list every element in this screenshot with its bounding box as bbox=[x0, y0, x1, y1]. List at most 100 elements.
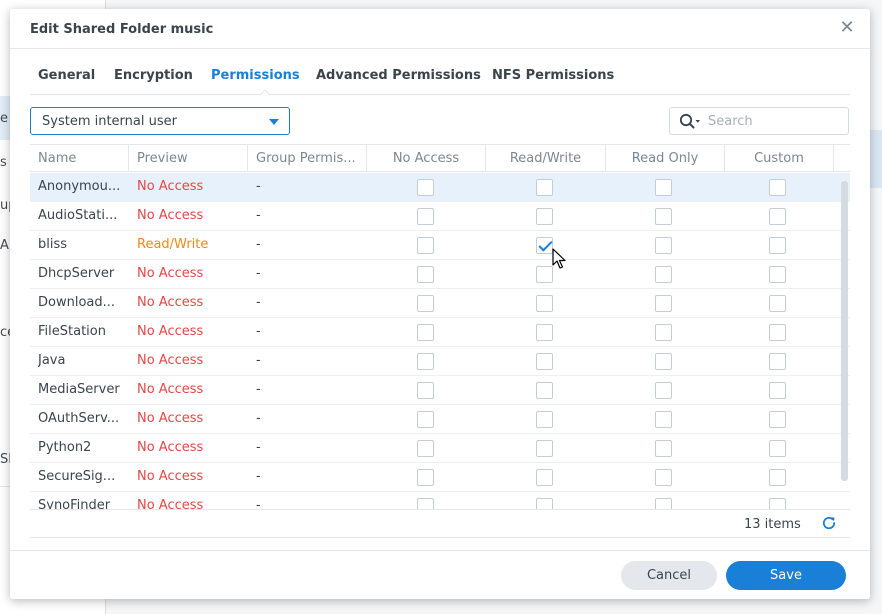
no-access-checkbox[interactable] bbox=[417, 324, 434, 341]
read-only-checkbox[interactable] bbox=[655, 208, 672, 225]
read-only-checkbox[interactable] bbox=[655, 237, 672, 254]
column-header-preview[interactable]: Preview bbox=[129, 145, 248, 172]
custom-checkbox[interactable] bbox=[769, 324, 786, 341]
read-write-checkbox[interactable] bbox=[536, 266, 553, 283]
read-only-checkbox[interactable] bbox=[655, 266, 672, 283]
read-only-checkbox[interactable] bbox=[655, 353, 672, 370]
no-access-checkbox[interactable] bbox=[417, 411, 434, 428]
read-only-checkbox[interactable] bbox=[655, 440, 672, 457]
custom-checkbox[interactable] bbox=[769, 353, 786, 370]
active-tab-indicator bbox=[259, 89, 271, 101]
row-name: Python2 bbox=[38, 440, 92, 455]
user-type-select[interactable]: System internal user bbox=[30, 107, 290, 135]
read-only-checkbox[interactable] bbox=[655, 324, 672, 341]
no-access-checkbox[interactable] bbox=[417, 208, 434, 225]
row-name: OAuthServ... bbox=[38, 411, 120, 426]
read-write-checkbox[interactable] bbox=[536, 382, 553, 399]
read-write-checkbox[interactable] bbox=[536, 440, 553, 457]
column-header-name[interactable]: Name bbox=[30, 145, 129, 172]
dialog-title: Edit Shared Folder music bbox=[30, 22, 214, 37]
tab-general[interactable]: General bbox=[38, 68, 95, 83]
row-name: SynoFinder bbox=[38, 498, 111, 510]
custom-checkbox[interactable] bbox=[769, 266, 786, 283]
no-access-checkbox[interactable] bbox=[417, 353, 434, 370]
custom-checkbox[interactable] bbox=[769, 411, 786, 428]
no-access-checkbox[interactable] bbox=[417, 237, 434, 254]
custom-checkbox[interactable] bbox=[769, 237, 786, 254]
table-row[interactable]: Anonymou... No Access - bbox=[30, 173, 850, 202]
table-row[interactable]: Python2 No Access - bbox=[30, 434, 850, 463]
tab-advanced-permissions[interactable]: Advanced Permissions bbox=[316, 68, 481, 83]
tab-nfs-permissions[interactable]: NFS Permissions bbox=[492, 68, 614, 83]
no-access-checkbox[interactable] bbox=[417, 266, 434, 283]
footer-divider bbox=[30, 537, 850, 538]
row-name: AudioStati... bbox=[38, 208, 118, 223]
no-access-checkbox[interactable] bbox=[417, 440, 434, 457]
column-header-no-access[interactable]: No Access bbox=[367, 145, 486, 172]
table-row[interactable]: bliss Read/Write - bbox=[30, 231, 850, 260]
read-write-checkbox[interactable] bbox=[536, 295, 553, 312]
button-bar-divider bbox=[10, 550, 870, 551]
read-write-checkbox[interactable] bbox=[536, 411, 553, 428]
row-name: FileStation bbox=[38, 324, 106, 339]
background-fragment: e bbox=[0, 111, 8, 126]
custom-checkbox[interactable] bbox=[769, 469, 786, 486]
row-preview: Read/Write bbox=[137, 237, 209, 252]
read-only-checkbox[interactable] bbox=[655, 469, 672, 486]
read-write-checkbox[interactable] bbox=[536, 237, 553, 254]
row-preview: No Access bbox=[137, 440, 204, 455]
search-box[interactable] bbox=[669, 107, 849, 135]
table-row[interactable]: MediaServer No Access - bbox=[30, 376, 850, 405]
read-only-checkbox[interactable] bbox=[655, 295, 672, 312]
read-write-checkbox[interactable] bbox=[536, 469, 553, 486]
column-header-read-only[interactable]: Read Only bbox=[606, 145, 725, 172]
save-button[interactable]: Save bbox=[726, 561, 846, 590]
items-count: 13 items bbox=[744, 517, 801, 532]
search-icon[interactable] bbox=[679, 113, 701, 131]
read-write-checkbox[interactable] bbox=[536, 353, 553, 370]
tab-permissions[interactable]: Permissions bbox=[211, 68, 300, 83]
table-row[interactable]: Java No Access - bbox=[30, 347, 850, 376]
tab-encryption[interactable]: Encryption bbox=[114, 68, 193, 83]
no-access-checkbox[interactable] bbox=[417, 469, 434, 486]
read-write-checkbox[interactable] bbox=[536, 324, 553, 341]
custom-checkbox[interactable] bbox=[769, 295, 786, 312]
row-group-permission: - bbox=[256, 382, 261, 397]
no-access-checkbox[interactable] bbox=[417, 295, 434, 312]
row-preview: No Access bbox=[137, 411, 204, 426]
table-row[interactable]: SynoFinder No Access - bbox=[30, 492, 850, 510]
row-preview: No Access bbox=[137, 498, 204, 510]
read-only-checkbox[interactable] bbox=[655, 411, 672, 428]
table-row[interactable]: DhcpServer No Access - bbox=[30, 260, 850, 289]
row-name: MediaServer bbox=[38, 382, 120, 397]
custom-checkbox[interactable] bbox=[769, 208, 786, 225]
row-group-permission: - bbox=[256, 498, 261, 510]
grid-scrollbar[interactable] bbox=[841, 181, 848, 481]
table-row[interactable]: SecureSig... No Access - bbox=[30, 463, 850, 492]
refresh-icon[interactable] bbox=[821, 515, 837, 531]
close-icon[interactable]: ✕ bbox=[838, 19, 856, 37]
cancel-button[interactable]: Cancel bbox=[621, 561, 717, 590]
row-group-permission: - bbox=[256, 295, 261, 310]
no-access-checkbox[interactable] bbox=[417, 179, 434, 196]
custom-checkbox[interactable] bbox=[769, 382, 786, 399]
table-row[interactable]: OAuthServ... No Access - bbox=[30, 405, 850, 434]
table-row[interactable]: FileStation No Access - bbox=[30, 318, 850, 347]
custom-checkbox[interactable] bbox=[769, 440, 786, 457]
search-input[interactable] bbox=[708, 112, 844, 130]
custom-checkbox[interactable] bbox=[769, 179, 786, 196]
column-header-group-permissions[interactable]: Group Permis... bbox=[248, 145, 367, 172]
column-header-read-write[interactable]: Read/Write bbox=[486, 145, 606, 172]
read-write-checkbox[interactable] bbox=[536, 179, 553, 196]
no-access-checkbox[interactable] bbox=[417, 382, 434, 399]
read-only-checkbox[interactable] bbox=[655, 179, 672, 196]
row-name: Anonymou... bbox=[38, 179, 121, 194]
table-row[interactable]: Download... No Access - bbox=[30, 289, 850, 318]
row-name: DhcpServer bbox=[38, 266, 115, 281]
read-only-checkbox[interactable] bbox=[655, 382, 672, 399]
row-name: Java bbox=[38, 353, 66, 368]
table-row[interactable]: AudioStati... No Access - bbox=[30, 202, 850, 231]
row-name: bliss bbox=[38, 237, 68, 252]
column-header-custom[interactable]: Custom bbox=[725, 145, 834, 172]
read-write-checkbox[interactable] bbox=[536, 208, 553, 225]
